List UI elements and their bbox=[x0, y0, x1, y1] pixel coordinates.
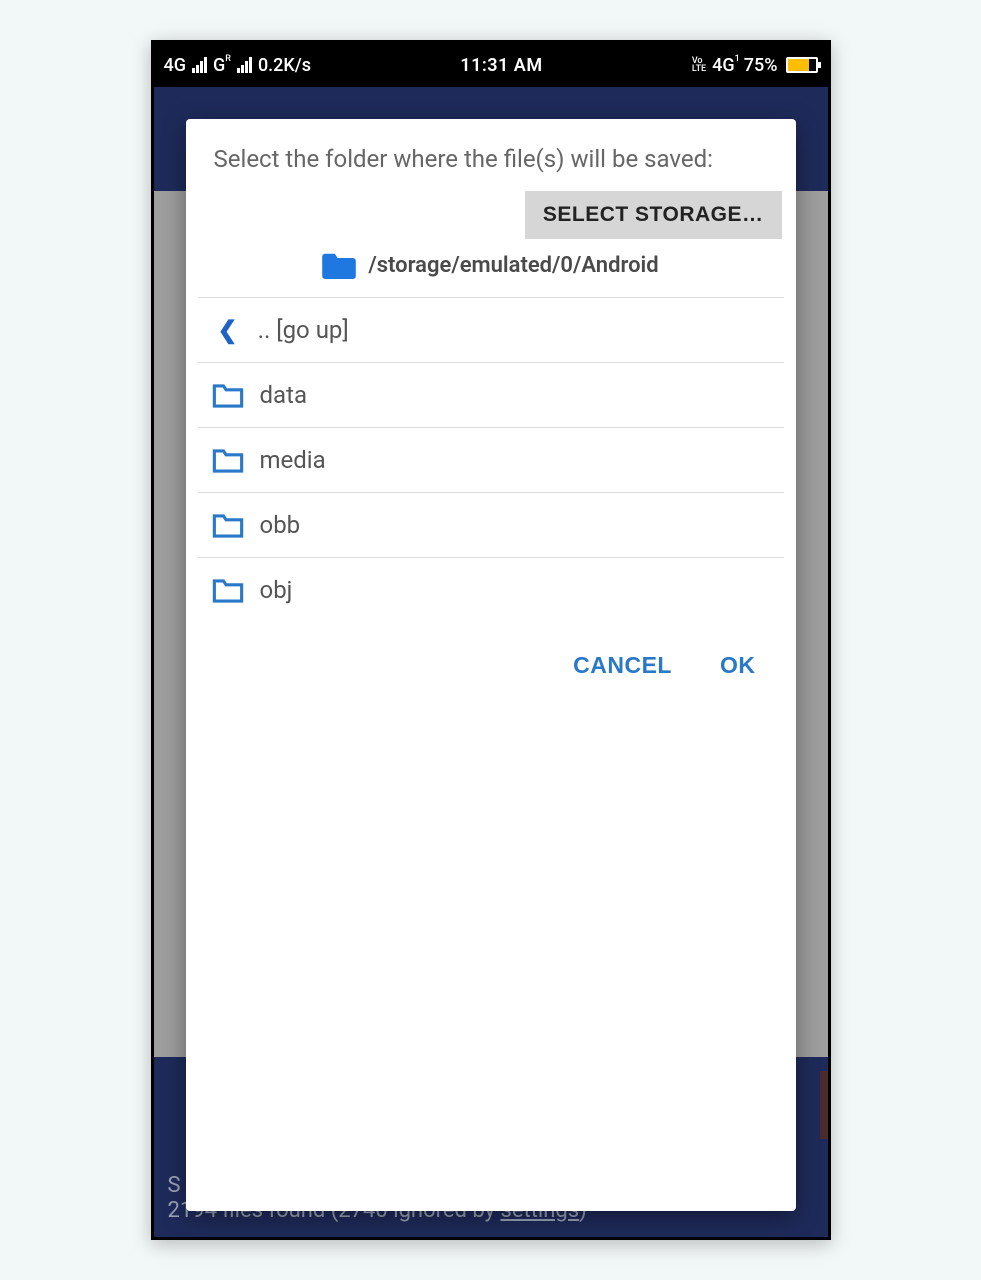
select-storage-button[interactable]: SELECT STORAGE… bbox=[525, 191, 782, 239]
folder-list: ❮ .. [go up] data media obb bbox=[198, 297, 784, 622]
battery-icon bbox=[786, 57, 818, 73]
cancel-button[interactable]: CANCEL bbox=[573, 652, 672, 679]
folder-name: data bbox=[260, 381, 308, 409]
go-up-label: .. [go up] bbox=[258, 316, 349, 344]
current-path: /storage/emulated/0/Android bbox=[368, 253, 658, 278]
status-bar: 4G GR 0.2K/s 11:31 AM VoLTE 4G1 75% bbox=[154, 43, 828, 87]
network2-label: GR bbox=[213, 55, 231, 76]
folder-outline-icon bbox=[212, 577, 244, 603]
ok-button[interactable]: OK bbox=[720, 652, 756, 679]
folder-icon bbox=[322, 251, 356, 279]
folder-row[interactable]: media bbox=[198, 428, 784, 493]
battery-percent: 75% bbox=[744, 55, 778, 76]
folder-row[interactable]: data bbox=[198, 363, 784, 428]
volte-icon: VoLTE bbox=[692, 57, 706, 73]
dialog-title: Select the folder where the file(s) will… bbox=[186, 119, 796, 187]
storage-row: SELECT STORAGE… bbox=[186, 187, 796, 251]
folder-name: obb bbox=[260, 511, 301, 539]
folder-picker-dialog: Select the folder where the file(s) will… bbox=[186, 119, 796, 1211]
right-network: 4G1 bbox=[712, 55, 740, 76]
phone-frame: 4G GR 0.2K/s 11:31 AM VoLTE 4G1 75% S 21… bbox=[151, 40, 831, 1240]
clock: 11:31 AM bbox=[460, 55, 542, 76]
network1-label: 4G bbox=[164, 55, 187, 76]
folder-name: obj bbox=[260, 576, 293, 604]
footer-button-edge bbox=[820, 1071, 828, 1139]
folder-name: media bbox=[260, 446, 326, 474]
data-speed: 0.2K/s bbox=[258, 55, 311, 76]
dialog-actions: CANCEL OK bbox=[186, 622, 796, 703]
status-left: 4G GR 0.2K/s bbox=[164, 55, 312, 76]
signal-icon bbox=[237, 57, 252, 73]
go-up-row[interactable]: ❮ .. [go up] bbox=[198, 298, 784, 363]
chevron-left-icon: ❮ bbox=[218, 316, 238, 344]
folder-outline-icon bbox=[212, 512, 244, 538]
folder-row[interactable]: obj bbox=[198, 558, 784, 622]
current-path-row: /storage/emulated/0/Android bbox=[186, 251, 796, 297]
folder-outline-icon bbox=[212, 382, 244, 408]
folder-outline-icon bbox=[212, 447, 244, 473]
folder-row[interactable]: obb bbox=[198, 493, 784, 558]
signal-icon bbox=[192, 57, 207, 73]
status-right: VoLTE 4G1 75% bbox=[692, 55, 818, 76]
